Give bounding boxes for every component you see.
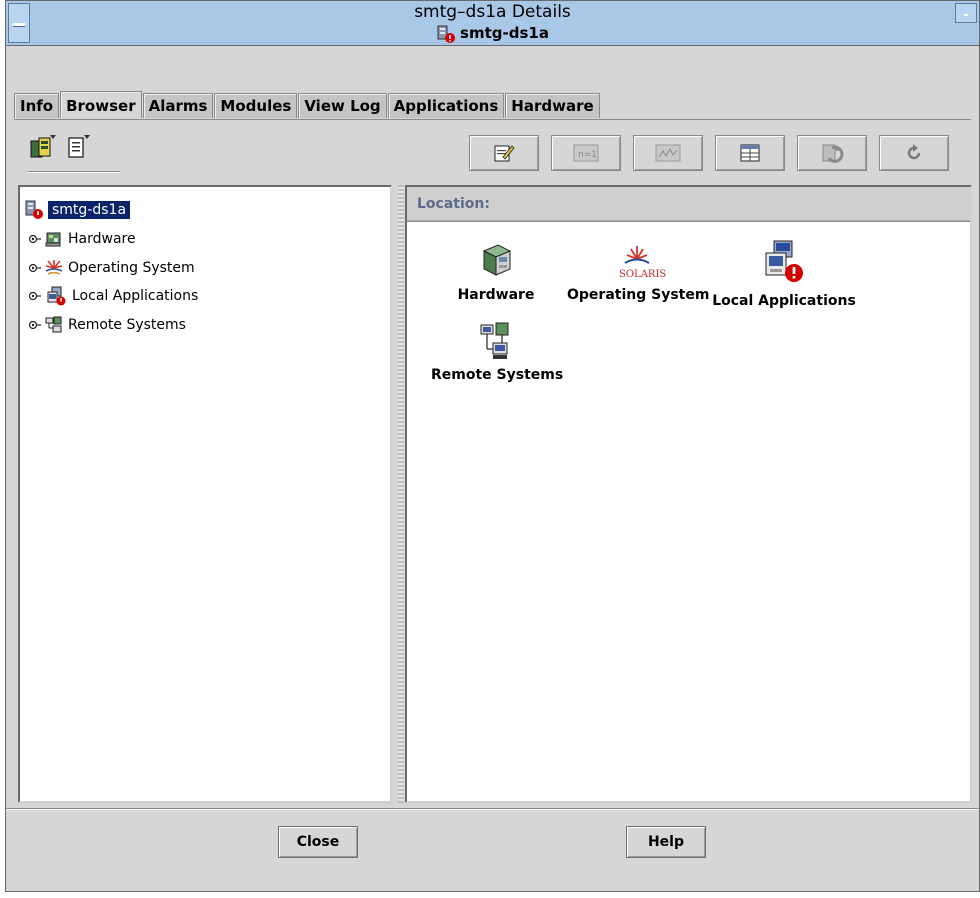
- tab-browser[interactable]: Browser: [60, 91, 142, 118]
- graph-button[interactable]: [633, 135, 703, 171]
- tree-item-hardware[interactable]: Hardware: [28, 227, 136, 251]
- solaris-icon: [45, 260, 63, 275]
- expand-handle-icon[interactable]: [28, 232, 42, 246]
- expand-handle-icon[interactable]: [28, 318, 42, 332]
- host-heading-label: smtg-ds1a: [460, 24, 549, 42]
- tab-alarms[interactable]: Alarms: [142, 93, 214, 118]
- details-window: smtg–ds1a Details smtg-ds1a Info Browser…: [5, 0, 980, 892]
- tab-bar: Info Browser Alarms Modules View Log App…: [14, 91, 601, 119]
- tab-divider: [14, 119, 971, 120]
- bottom-divider: [6, 808, 979, 810]
- host-heading: smtg-ds1a: [6, 22, 979, 44]
- host-alarm-icon: [437, 25, 456, 43]
- edit-button[interactable]: [469, 135, 539, 171]
- tree-panel[interactable]: smtg-ds1a Hardware Operating System Loca…: [18, 185, 392, 803]
- tree-item-label: Remote Systems: [68, 317, 186, 333]
- tree-item-operating-system[interactable]: Operating System: [28, 256, 195, 280]
- tree-item-label: Hardware: [68, 231, 136, 247]
- solaris-logo-text: SOLARIS: [619, 269, 666, 280]
- solaris-logo-icon: SOLARIS: [619, 246, 666, 280]
- attribute-editor-icon: n=1: [573, 144, 599, 162]
- tab-info[interactable]: Info: [14, 93, 60, 118]
- host-alarm-icon: [25, 200, 43, 219]
- content-item-label: Remote Systems: [431, 367, 564, 383]
- content-item-hardware[interactable]: Hardware: [451, 241, 541, 303]
- table-icon: [740, 144, 760, 162]
- tree-item-label: Local Applications: [72, 288, 199, 304]
- close-button[interactable]: Close: [278, 826, 358, 858]
- content-item-label: Operating System: [567, 287, 710, 303]
- refresh-icon: [822, 144, 844, 163]
- remote-systems-icon: [480, 322, 509, 359]
- content-item-operating-system[interactable]: SOLARIS Operating System: [567, 241, 710, 303]
- content-panel[interactable]: Location: Hardware SOLARIS Operating Sys…: [405, 185, 972, 803]
- location-bar: Location:: [407, 187, 970, 222]
- hardware-icon: [482, 244, 512, 276]
- svg-text:n=1: n=1: [578, 150, 597, 160]
- graph-icon: [655, 144, 681, 162]
- expand-handle-icon[interactable]: [28, 289, 42, 303]
- local-apps-alarm-icon: [47, 286, 66, 306]
- tree-item-remote-systems[interactable]: Remote Systems: [28, 313, 186, 337]
- tree-root-label[interactable]: smtg-ds1a: [48, 201, 131, 219]
- window-title: smtg–ds1a Details: [414, 2, 571, 22]
- right-toolbar: n=1: [469, 135, 949, 171]
- content-item-local-applications[interactable]: Local Applications: [711, 239, 857, 309]
- help-button[interactable]: Help: [626, 826, 706, 858]
- tree-item-label: Operating System: [68, 260, 195, 276]
- hardware-icon: [45, 232, 61, 247]
- tab-view-log[interactable]: View Log: [298, 93, 387, 118]
- tab-modules[interactable]: Modules: [214, 93, 298, 118]
- tree-root[interactable]: smtg-ds1a: [24, 198, 131, 222]
- host-details-icon[interactable]: [28, 133, 58, 161]
- property-sheet-icon[interactable]: [64, 133, 94, 161]
- reload-button[interactable]: [879, 135, 949, 171]
- left-toolbar-divider: [28, 171, 120, 173]
- content-item-label: Local Applications: [712, 293, 856, 309]
- tree-item-local-applications[interactable]: Local Applications: [28, 284, 198, 308]
- table-button[interactable]: [715, 135, 785, 171]
- left-toolbar: [28, 133, 94, 161]
- tab-hardware[interactable]: Hardware: [505, 93, 600, 118]
- local-apps-alarm-icon: [765, 240, 803, 282]
- edit-icon: [494, 145, 515, 162]
- reload-icon: [907, 144, 921, 160]
- expand-handle-icon[interactable]: [28, 261, 42, 275]
- minimize-button[interactable]: [955, 3, 977, 23]
- attribute-editor-button[interactable]: n=1: [551, 135, 621, 171]
- tab-applications[interactable]: Applications: [387, 93, 505, 118]
- remote-systems-icon: [45, 316, 62, 333]
- content-item-remote-systems[interactable]: Remote Systems: [431, 321, 564, 383]
- content-item-label: Hardware: [457, 287, 535, 303]
- panel-splitter[interactable]: [398, 185, 404, 803]
- refresh-button[interactable]: [797, 135, 867, 171]
